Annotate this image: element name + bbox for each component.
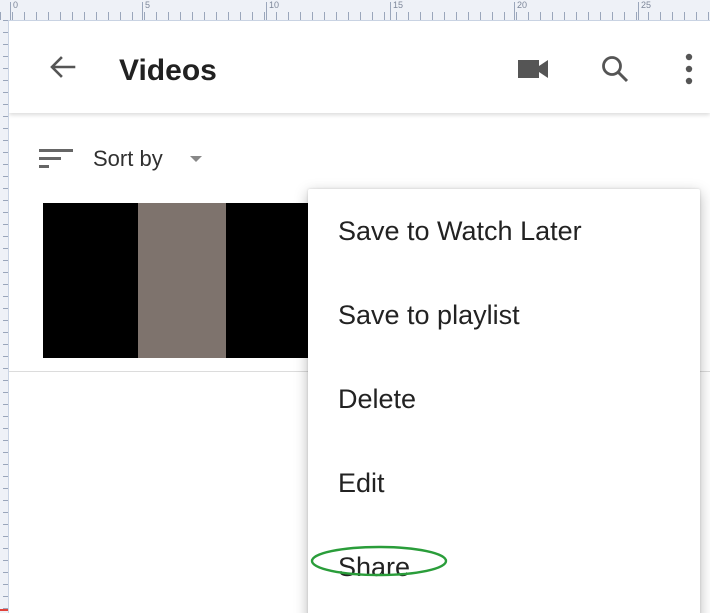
ruler-major-tick: [514, 2, 515, 20]
menu-item-label: Save to Watch Later: [338, 216, 582, 246]
ruler-label: 20: [517, 0, 528, 10]
sort-icon: [39, 149, 73, 168]
ruler-major-tick: [266, 2, 267, 20]
search-button[interactable]: [599, 53, 631, 85]
vertical-ruler: [0, 20, 9, 613]
menu-item-label: Edit: [338, 468, 385, 498]
menu-item-label: Delete: [338, 384, 417, 414]
back-button[interactable]: [47, 51, 79, 83]
ruler-major-tick: [638, 2, 639, 20]
menu-item-label: Share: [338, 552, 411, 582]
ruler-ticks: [3, 20, 8, 613]
ruler-major-tick: [142, 2, 143, 20]
page-title: Videos: [119, 54, 217, 87]
videocam-icon: [518, 60, 548, 78]
menu-item-save-to-playlist[interactable]: Save to playlist: [308, 273, 700, 357]
search-icon: [602, 56, 629, 83]
top-app-bar: Videos: [9, 21, 710, 113]
arrow-back-icon: [50, 56, 76, 78]
ruler-marker: [0, 609, 8, 611]
app-screen: Videos Sort by Save to Watch Later Save …: [9, 21, 710, 613]
menu-item-delete[interactable]: Delete: [308, 357, 700, 441]
record-video-button[interactable]: [515, 55, 551, 83]
more-options-button[interactable]: [679, 52, 699, 86]
menu-item-label: Save to playlist: [338, 300, 520, 330]
ruler-label: 5: [145, 0, 151, 10]
ruler-label: 10: [269, 0, 280, 10]
menu-item-edit[interactable]: Edit: [308, 441, 700, 525]
ruler-label: 25: [641, 0, 652, 10]
video-context-menu: Save to Watch Later Save to playlist Del…: [308, 189, 700, 613]
menu-item-save-to-watch-later[interactable]: Save to Watch Later: [308, 189, 700, 273]
ruler-label: 0: [13, 0, 19, 10]
ruler-major-tick: [390, 2, 391, 20]
thumbnail-image-band: [138, 203, 226, 358]
more-vert-icon: [685, 53, 693, 85]
ruler-ticks: [0, 12, 710, 20]
dropdown-caret-icon: [190, 156, 202, 162]
ruler-label: 15: [393, 0, 404, 10]
horizontal-ruler: 0 5 10 15 20 25: [0, 0, 710, 21]
ruler-major-tick: [10, 2, 11, 20]
menu-item-share[interactable]: Share: [308, 525, 700, 609]
sort-label: Sort by: [93, 146, 163, 171]
